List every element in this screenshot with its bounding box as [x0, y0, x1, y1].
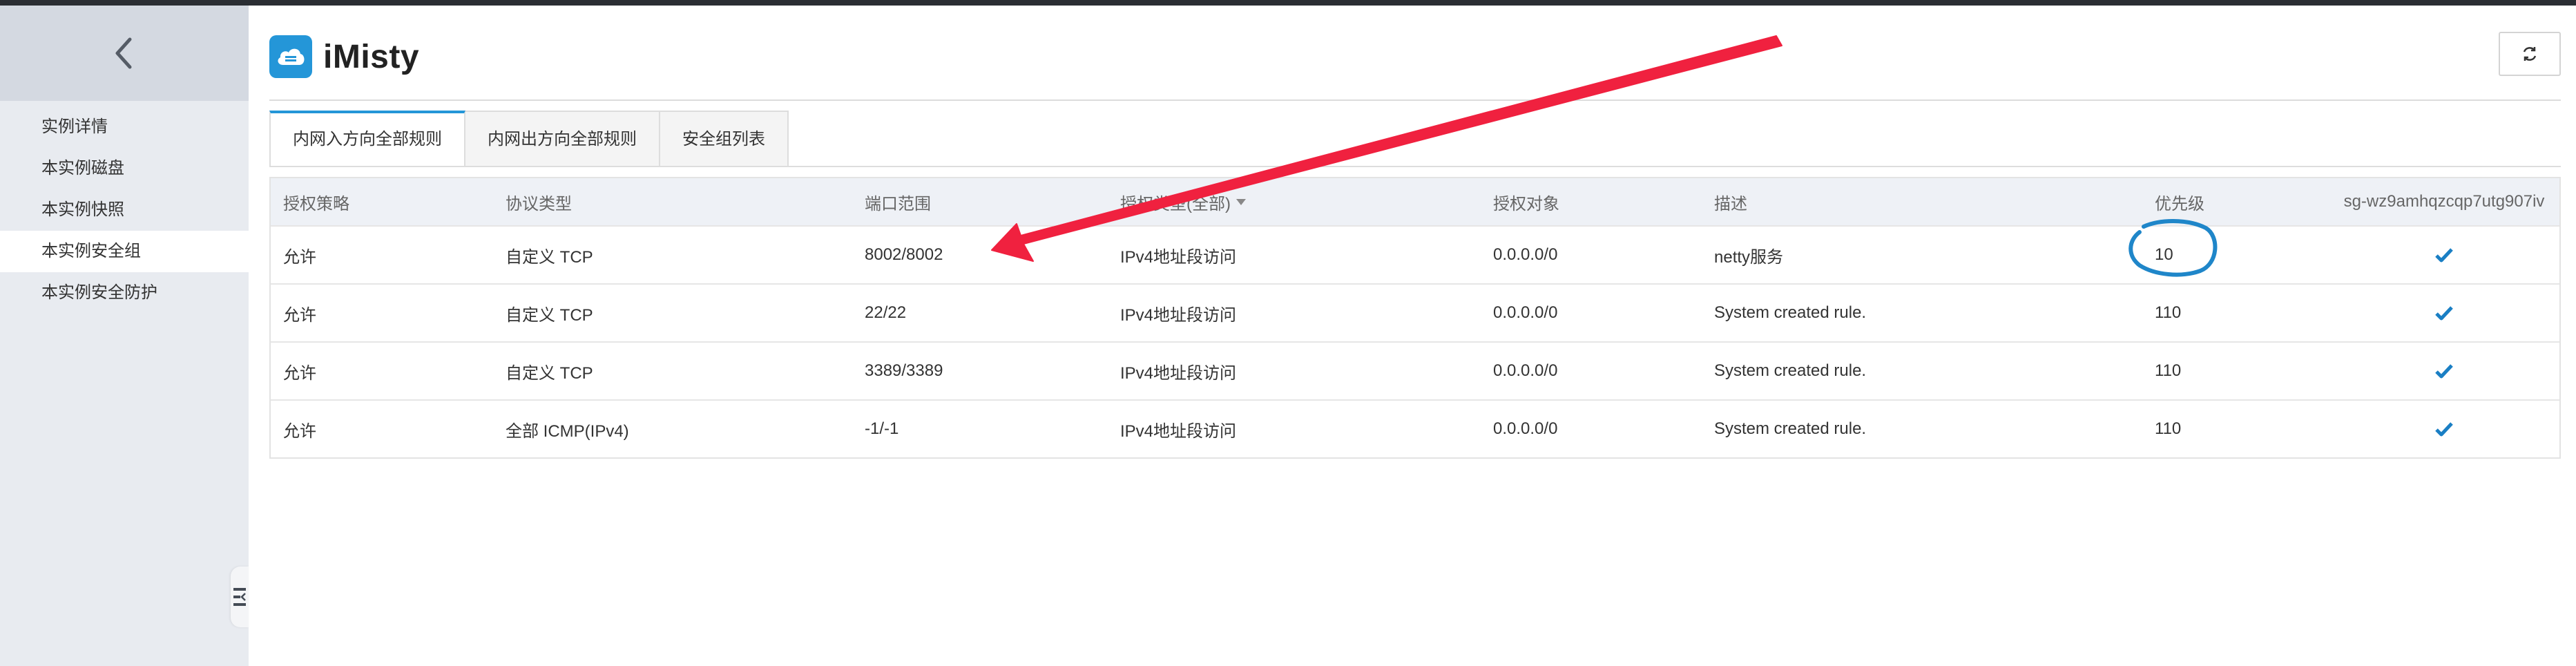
cell-auth-target: 0.0.0.0/0 — [1493, 245, 1558, 264]
cloud-server-icon — [269, 35, 312, 78]
column-header-auth-target: 授权对象 — [1493, 194, 1559, 213]
sidebar-item-security-protection[interactable]: 本实例安全防护 — [0, 272, 249, 314]
cell-protocol: 自定义 TCP — [506, 305, 593, 325]
cell-port-range: 8002/8002 — [865, 245, 943, 264]
cell-description: System created rule. — [1714, 419, 1867, 438]
cell-auth-target: 0.0.0.0/0 — [1493, 303, 1558, 322]
sidebar-item-instance-details[interactable]: 实例详情 — [0, 106, 249, 148]
table-row: 允许 全部 ICMP(IPv4) -1/-1 IPv4地址段访问 0.0.0.0… — [271, 401, 2559, 457]
rule-tabs: 内网入方向全部规则 内网出方向全部规则 安全组列表 — [269, 111, 789, 167]
header-divider — [269, 99, 2561, 101]
check-icon — [2329, 401, 2559, 457]
security-rules-table: 授权策略 协议类型 端口范围 授权类型(全部) 授权对象 描述 优先级 sg-w… — [269, 177, 2561, 459]
tab-security-group-list[interactable]: 安全组列表 — [660, 111, 789, 167]
refresh-button[interactable] — [2499, 32, 2561, 76]
table-row: 允许 自定义 TCP 22/22 IPv4地址段访问 0.0.0.0/0 Sys… — [271, 285, 2559, 343]
sidebar-item-instance-disks[interactable]: 本实例磁盘 — [0, 148, 249, 189]
tab-divider — [269, 166, 2561, 167]
sidebar-collapse-handle[interactable] — [231, 567, 249, 627]
check-icon — [2329, 285, 2559, 341]
cell-policy: 允许 — [283, 363, 316, 383]
cell-priority: 110 — [2155, 303, 2182, 322]
cell-auth-type: IPv4地址段访问 — [1120, 305, 1237, 325]
column-header-priority: 优先级 — [2155, 194, 2204, 213]
check-icon — [2329, 343, 2559, 399]
column-header-auth-type-label: 授权类型(全部) — [1120, 194, 1231, 213]
cell-policy: 允许 — [283, 305, 316, 325]
chevron-left-icon — [115, 37, 132, 69]
sidebar-item-instance-snapshots[interactable]: 本实例快照 — [0, 189, 249, 231]
top-bar — [0, 0, 2576, 6]
sidebar-collapse-icon — [233, 588, 246, 606]
sidebar: 实例详情 本实例磁盘 本实例快照 本实例安全组 本实例安全防护 — [0, 6, 249, 666]
cell-auth-type: IPv4地址段访问 — [1120, 247, 1237, 267]
table-header-row: 授权策略 协议类型 端口范围 授权类型(全部) 授权对象 描述 优先级 sg-w… — [271, 178, 2559, 227]
column-header-auth-type[interactable]: 授权类型(全部) — [1120, 178, 1246, 225]
tab-outbound-rules[interactable]: 内网出方向全部规则 — [465, 111, 660, 167]
page-header: iMisty — [269, 33, 419, 80]
column-header-protocol: 协议类型 — [506, 194, 572, 213]
table-row: 允许 自定义 TCP 8002/8002 IPv4地址段访问 0.0.0.0/0… — [271, 227, 2559, 285]
cell-policy: 允许 — [283, 421, 316, 441]
column-header-description: 描述 — [1714, 194, 1747, 213]
table-row: 允许 自定义 TCP 3389/3389 IPv4地址段访问 0.0.0.0/0… — [271, 343, 2559, 401]
cell-description: System created rule. — [1714, 303, 1867, 322]
cell-auth-target: 0.0.0.0/0 — [1493, 361, 1558, 380]
cell-description: System created rule. — [1714, 361, 1867, 380]
cell-port-range: 3389/3389 — [865, 361, 943, 380]
cell-priority: 110 — [2155, 361, 2182, 380]
sidebar-menu: 实例详情 本实例磁盘 本实例快照 本实例安全组 本实例安全防护 — [0, 106, 249, 314]
cell-priority: 110 — [2155, 419, 2182, 438]
tab-inbound-rules[interactable]: 内网入方向全部规则 — [269, 111, 465, 167]
cell-priority: 10 — [2155, 245, 2173, 264]
refresh-icon — [2523, 47, 2537, 61]
cell-description: netty服务 — [1714, 247, 1784, 267]
cell-port-range: 22/22 — [865, 303, 907, 322]
cell-auth-target: 0.0.0.0/0 — [1493, 419, 1558, 438]
sidebar-item-security-groups[interactable]: 本实例安全组 — [0, 231, 249, 272]
filter-dropdown-icon[interactable] — [1236, 198, 1246, 205]
check-icon — [2329, 227, 2559, 283]
cell-protocol: 全部 ICMP(IPv4) — [506, 421, 629, 441]
security-group-link[interactable]: sg-wz9amhqzcqp7utg907iv — [2329, 178, 2559, 225]
cell-port-range: -1/-1 — [865, 419, 899, 438]
cell-auth-type: IPv4地址段访问 — [1120, 421, 1237, 441]
back-button[interactable] — [0, 6, 249, 101]
cell-auth-type: IPv4地址段访问 — [1120, 363, 1237, 383]
cell-protocol: 自定义 TCP — [506, 363, 593, 383]
column-header-policy: 授权策略 — [283, 194, 349, 213]
cell-protocol: 自定义 TCP — [506, 247, 593, 267]
cell-policy: 允许 — [283, 247, 316, 267]
page-title: iMisty — [323, 38, 420, 75]
column-header-port-range: 端口范围 — [865, 194, 931, 213]
